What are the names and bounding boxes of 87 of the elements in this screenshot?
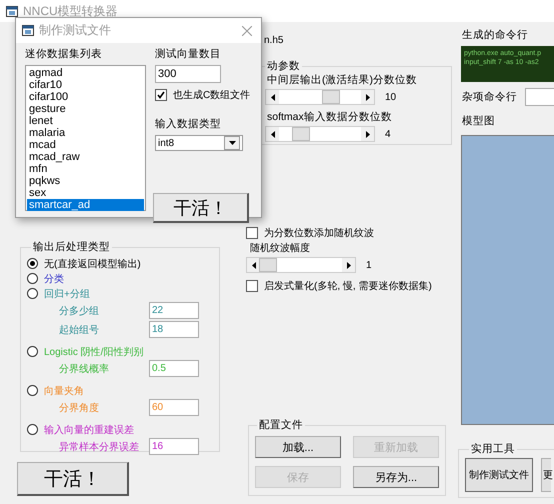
scroll-left-button[interactable] [247, 258, 260, 272]
field-label: 输入数据类型 [155, 117, 222, 132]
check-icon [157, 91, 165, 99]
checkbox[interactable] [155, 89, 167, 101]
checkbox-label: 为分数位数添加随机纹波 [264, 226, 374, 240]
field-label: 分多少组 [59, 304, 99, 318]
scroll-left-button[interactable] [266, 127, 279, 141]
option-label: 回归+分组 [44, 288, 90, 300]
config-button[interactable]: 另存为... [353, 466, 439, 488]
radio-button[interactable] [27, 288, 38, 299]
field-label: 分界角度 [59, 402, 99, 414]
section-label: 模型图 [462, 114, 496, 129]
list-item[interactable]: cifar10 [27, 79, 144, 91]
right-triangle-icon [366, 130, 370, 138]
checkbox-label: 也生成C数组文件 [173, 88, 250, 102]
type-dropdown[interactable]: int8 [155, 135, 243, 151]
field-label: 分界线概率 [59, 362, 109, 376]
slider-value: 4 [385, 128, 391, 140]
file-name: n.h5 [264, 35, 284, 48]
tool-button[interactable]: 更 [541, 458, 551, 492]
option-label: 向量夹角 [44, 384, 84, 398]
tool-button[interactable]: 制作测试文件 [465, 458, 533, 492]
list-item[interactable]: mcad_raw [27, 151, 144, 163]
field-label: 杂项命令行 [462, 90, 517, 104]
window-title: NNCU模型转换器 [23, 2, 118, 20]
list-item[interactable]: mcad [27, 139, 144, 151]
list-label: 迷你数据集列表 [25, 47, 103, 62]
slider-thumb[interactable] [322, 90, 340, 104]
checkbox[interactable] [246, 280, 258, 292]
close-icon [242, 26, 252, 36]
input-field[interactable]: 300 [155, 65, 221, 83]
input-field[interactable]: 18 [149, 321, 199, 338]
list-item[interactable]: pqkws [27, 175, 144, 187]
scroll-right-button[interactable] [361, 127, 374, 141]
left-triangle-icon [252, 262, 256, 268]
group-title: 输出后处理类型 [32, 240, 111, 254]
dropdown-arrow-icon [228, 141, 236, 145]
left-triangle-icon [270, 94, 274, 100]
group-title: 配置文件 [258, 418, 304, 432]
list-item[interactable]: lenet [27, 115, 144, 127]
scroll-right-button[interactable] [361, 90, 374, 104]
right-triangle-icon [366, 94, 370, 100]
field-label: 起始组号 [59, 324, 99, 336]
dialog-title: 制作测试文件 [39, 22, 112, 39]
scroll-right-button[interactable] [342, 258, 355, 272]
input-field[interactable]: 16 [149, 438, 199, 455]
list-item[interactable]: agmad [27, 67, 144, 79]
run-button[interactable]: 干活！ [153, 193, 249, 223]
radio-button[interactable] [27, 385, 38, 396]
slider-label: softmax输入数据分数位数 [267, 110, 393, 125]
radio-button[interactable] [27, 258, 38, 269]
list-item[interactable]: smartcar_ad [27, 199, 144, 211]
option-label: 输入向量的重建误差 [44, 424, 134, 436]
slider-thumb[interactable] [292, 127, 310, 141]
option-label: 分类 [44, 272, 64, 286]
input-field[interactable]: 22 [149, 302, 199, 319]
field-label: 测试向量数目 [155, 47, 222, 62]
list-item[interactable]: gesture [27, 103, 144, 115]
slider-label: 中间层输出(激活结果)分数位数 [267, 73, 418, 88]
list-item[interactable]: sex [27, 187, 144, 199]
app-icon [22, 25, 34, 36]
section-label: 生成的命令行 [462, 28, 529, 43]
radio-button[interactable] [27, 424, 38, 435]
slider-value: 10 [385, 92, 396, 102]
slider[interactable] [265, 89, 375, 105]
field-label: 异常样本分界误差 [59, 440, 139, 454]
slider-value: 1 [366, 260, 372, 270]
config-button[interactable]: 加载... [255, 436, 341, 458]
scroll-left-button[interactable] [266, 90, 279, 104]
radio-button[interactable] [27, 273, 38, 284]
checkbox[interactable] [246, 227, 258, 239]
checkbox-label: 启发式量化(多轮, 慢, 需要迷你数据集) [264, 280, 432, 293]
group-title: 实用工具 [470, 442, 516, 456]
left-triangle-icon [270, 130, 274, 138]
list-item[interactable]: mfn [27, 163, 144, 175]
slider-label: 随机纹波幅度 [250, 242, 311, 256]
list-item[interactable]: malaria [27, 127, 144, 139]
option-label: 无(直接返回模型输出) [44, 258, 141, 270]
slider[interactable] [246, 257, 356, 273]
radio-button[interactable] [27, 346, 38, 357]
slider-thumb[interactable] [258, 258, 277, 272]
option-label: Logistic 阴性/阳性判别 [44, 346, 144, 358]
group-title: 动参数 [266, 59, 301, 73]
list-item[interactable]: cifar100 [27, 91, 144, 103]
right-triangle-icon [346, 262, 350, 268]
run-button[interactable]: 干活！ [17, 462, 129, 496]
slider[interactable] [265, 126, 375, 142]
